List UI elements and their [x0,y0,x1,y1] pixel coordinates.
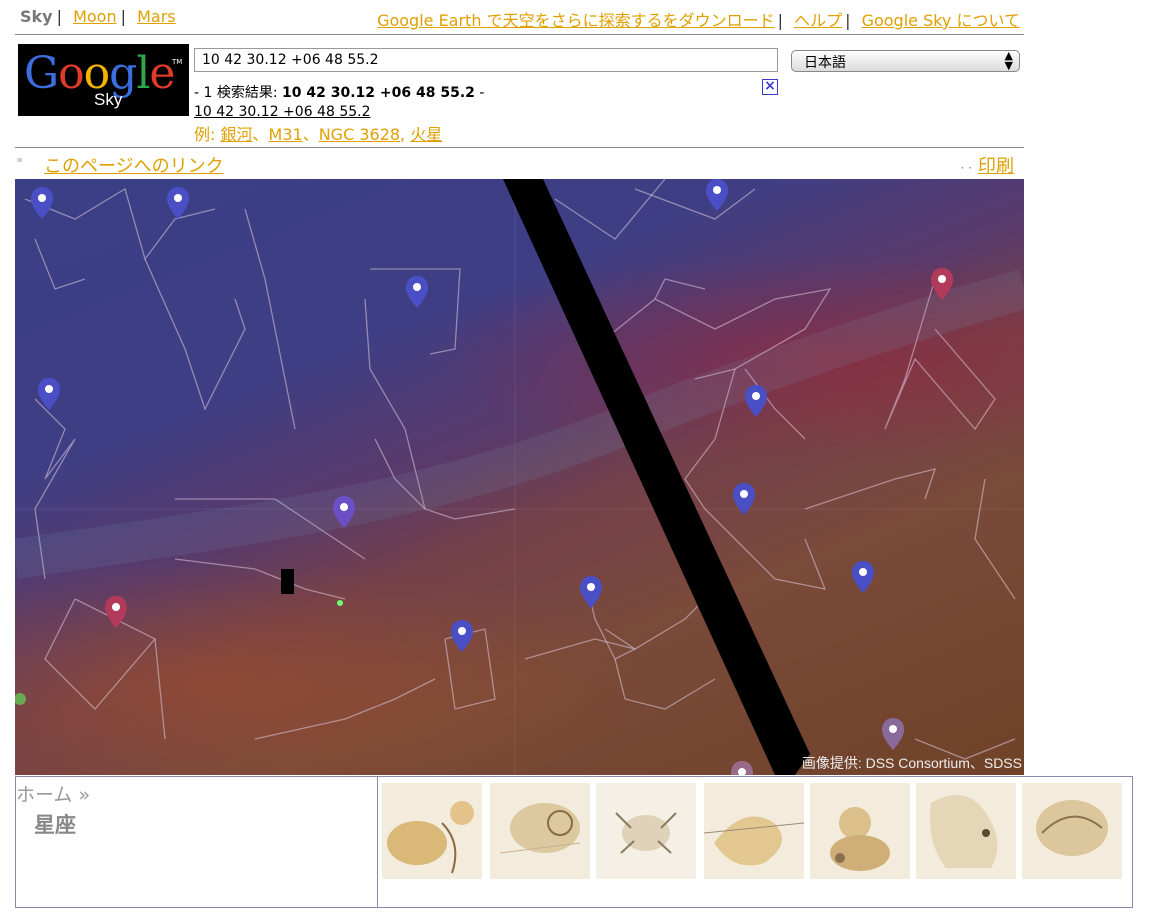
language-selected: 日本語 [804,55,846,71]
constellation-thumbnail[interactable] [916,783,1016,879]
map-marker-icon [706,179,728,211]
constellation-thumbnail[interactable] [1022,783,1122,879]
nav-sky: Sky [20,7,53,26]
example-link-ngc3628[interactable]: NGC 3628 [319,125,400,144]
example-link-mars[interactable]: 火星 [410,125,442,144]
panel-divider [377,777,378,907]
examples-label: 例: [194,125,221,144]
language-select[interactable]: 日本語 ▲ ▼ [791,50,1020,72]
image-credit: 画像提供: DSS Consortium、SDSS [801,755,1022,771]
sky-map-overlay [15,179,1024,775]
breadcrumb[interactable]: ホーム » [16,780,90,807]
example-link-galaxy[interactable]: 銀河 [220,125,252,144]
print-link[interactable]: 印刷 [978,156,1014,177]
map-marker-icon [406,276,428,308]
link-icon: ⚭ [15,154,25,167]
top-divider [15,34,1024,35]
constellation-thumbnail[interactable] [382,783,482,879]
search-results-summary: - 1 検索結果: 10 42 30.12 +06 48 55.2 - [194,82,484,102]
map-marker-icon [31,187,53,219]
logo-product: Sky [94,90,123,109]
map-marker-icon [882,718,904,750]
select-arrows-icon: ▲ ▼ [1004,49,1013,72]
missing-data-patch [281,569,294,594]
search-result-link[interactable]: 10 42 30.12 +06 48 55.2 [194,104,371,120]
nav-moon-link[interactable]: Moon [73,7,117,26]
top-nav: Sky | Moon | Mars Google Earth で天空をさらに探索する… [0,0,1024,34]
search-examples: 例: 銀河、M31、NGC 3628, 火星 [194,125,443,144]
nav-mars-link[interactable]: Mars [137,7,176,26]
download-earth-link[interactable]: Google Earth で天空をさらに探索するをダウンロード [377,11,775,30]
example-link-m31[interactable]: M31 [269,125,303,144]
constellation-thumbnail[interactable] [490,783,590,879]
constellation-thumbnail[interactable] [810,783,910,879]
search-input[interactable] [194,48,778,72]
map-marker-icon [167,187,189,219]
missing-data-band [503,179,810,775]
nav-right: Google Earth で天空をさらに探索するをダウンロード | ヘルプ | Go… [377,11,1020,30]
bottom-panel: ホーム » 星座 [15,776,1133,908]
link-row: ⚭ このページへのリンク · · 印刷 [15,152,1014,178]
sky-map[interactable]: 画像提供: DSS Consortium、SDSS [15,179,1024,775]
results-suffix: - [474,85,485,101]
results-prefix: - 1 検索結果: [194,85,283,101]
header-divider [15,147,1024,148]
help-link[interactable]: ヘルプ [794,11,842,30]
map-marker-icon [451,620,473,652]
nav-left: Sky | Moon | Mars [20,7,176,26]
map-marker-icon [852,561,874,593]
results-query: 10 42 30.12 +06 48 55.2 [282,85,475,101]
map-marker-icon [580,576,602,608]
map-marker-icon [731,761,753,775]
constellation-thumbnail[interactable] [596,783,696,879]
constellation-thumbnail[interactable] [704,783,804,879]
page-link[interactable]: このページへのリンク [44,152,224,178]
map-marker-icon [733,483,755,515]
close-results-icon[interactable]: × [762,79,778,95]
section-title: 星座 [34,813,76,837]
about-link[interactable]: Google Sky について [862,11,1020,30]
map-marker-icon [745,385,767,417]
google-sky-logo[interactable]: Google TM Sky [18,44,189,116]
